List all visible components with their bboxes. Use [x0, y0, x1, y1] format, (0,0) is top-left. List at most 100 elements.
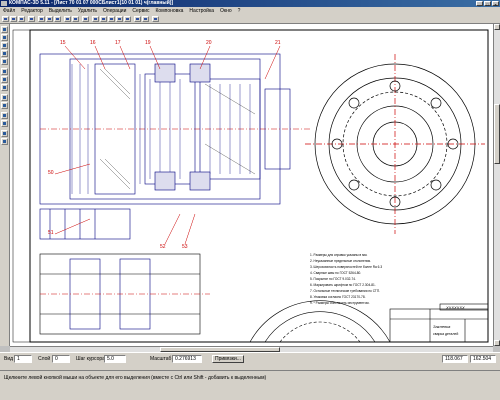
snap-button[interactable]: Привязки...: [212, 355, 244, 363]
arc-icon[interactable]: [1, 58, 8, 65]
svg-text:16: 16: [90, 40, 96, 46]
flange-view: [305, 54, 485, 234]
undo-icon[interactable]: [64, 16, 71, 22]
print-icon[interactable]: [28, 16, 35, 22]
menu-file[interactable]: Файл: [0, 7, 18, 15]
svg-text:20: 20: [206, 40, 212, 46]
window-title: КОМПАС-3D 5.11 - [Лист 70 01 07 000СБлис…: [9, 0, 174, 6]
svg-text:17: 17: [115, 40, 121, 46]
main-toolbar: [0, 15, 500, 24]
coord-x: 118.067: [442, 355, 468, 363]
layers-icon[interactable]: [134, 16, 141, 22]
svg-text:6. Маркировать шрифтом по ГОСТ: 6. Маркировать шрифтом по ГОСТ 2.304-81.: [310, 283, 376, 287]
lower-view: [39, 253, 210, 335]
menu-bar: Файл Редактор Выделить Удалить Операции …: [0, 7, 500, 15]
new-icon[interactable]: [2, 16, 9, 22]
scroll-down-button[interactable]: [494, 340, 500, 346]
title-block-sub: сварка деталей: [433, 332, 458, 336]
view-field[interactable]: 1: [14, 355, 32, 363]
copy-icon[interactable]: [46, 16, 53, 22]
view-label: Вид: [4, 356, 14, 362]
menu-operations[interactable]: Операции: [100, 7, 129, 15]
measure-icon[interactable]: [1, 102, 8, 109]
circle-icon[interactable]: [1, 50, 8, 57]
svg-text:1. Размеры для справок указаны: 1. Размеры для справок указаны в мм.: [310, 253, 368, 257]
svg-text:51: 51: [48, 230, 54, 236]
hatch-icon[interactable]: [1, 84, 8, 91]
vertical-scrollbar[interactable]: [493, 24, 500, 346]
scroll-up-button[interactable]: [494, 24, 500, 30]
drawing-canvas[interactable]: 15 16 17 19 20 21 50 51 52 53 1. Размеры…: [10, 24, 493, 346]
point-icon[interactable]: [1, 34, 8, 41]
svg-text:9. * Размеры обеспечить инстру: 9. * Размеры обеспечить инструментом.: [310, 301, 370, 305]
menu-select[interactable]: Выделить: [46, 7, 75, 15]
help-icon[interactable]: [152, 16, 159, 22]
svg-text:19: 19: [145, 40, 151, 46]
layer-label: Слой: [38, 356, 51, 362]
scale-label: Масштаб: [150, 356, 172, 362]
svg-text:3. Шероховатость поверхностей: 3. Шероховатость поверхностей не более R…: [310, 265, 382, 269]
maximize-button[interactable]: □: [484, 1, 491, 7]
cut-icon[interactable]: [38, 16, 45, 22]
text-icon[interactable]: [1, 76, 8, 83]
coord-y: 162.504: [470, 355, 496, 363]
scroll-thumb[interactable]: [494, 104, 500, 164]
scale-field[interactable]: 0.276913: [172, 355, 202, 363]
status-bar: Щелкните левой кнопкой мыши на объекте д…: [0, 370, 500, 400]
dimension-icon[interactable]: [1, 68, 8, 75]
close-button[interactable]: ×: [492, 1, 499, 7]
svg-text:53: 53: [182, 244, 188, 250]
technical-notes: 1. Размеры для справок указаны в мм. 2. …: [310, 253, 382, 305]
menu-service[interactable]: Сервис: [129, 7, 152, 15]
menu-settings[interactable]: Настройка: [186, 7, 217, 15]
title-block: [389, 303, 489, 343]
layer-field[interactable]: 0: [52, 355, 70, 363]
svg-text:21: 21: [275, 40, 281, 46]
save-icon[interactable]: [18, 16, 25, 22]
lower-arc-view: [249, 300, 391, 343]
menu-editor[interactable]: Редактор: [18, 7, 46, 15]
cursor-step-label: Шаг курсора: [76, 356, 105, 362]
app-icon[interactable]: [1, 1, 7, 6]
zoom-all-icon[interactable]: [116, 16, 123, 22]
left-toolbar: [0, 24, 10, 346]
menu-window[interactable]: Окно: [217, 7, 235, 15]
menu-help[interactable]: ?: [235, 7, 244, 15]
properties-icon[interactable]: [142, 16, 149, 22]
title-block-name: Заклепка: [433, 324, 451, 329]
line-icon[interactable]: [1, 42, 8, 49]
sheet-frame: [29, 29, 489, 343]
library-icon[interactable]: [1, 112, 8, 119]
spec-icon[interactable]: [1, 120, 8, 127]
zoom-in-icon[interactable]: [92, 16, 99, 22]
fragment-icon[interactable]: [1, 138, 8, 145]
svg-text:52: 52: [160, 244, 166, 250]
svg-text:8. Упаковка согласно ГОСТ 2317: 8. Упаковка согласно ГОСТ 23170-78.: [310, 295, 366, 299]
menu-delete[interactable]: Удалить: [75, 7, 100, 15]
doc-number: ХХХХХХХ: [445, 305, 465, 310]
select-icon[interactable]: [1, 26, 8, 33]
menu-layout[interactable]: Компоновка: [153, 7, 187, 15]
main-section-view: [39, 53, 310, 240]
view-icon[interactable]: [1, 130, 8, 137]
open-icon[interactable]: [10, 16, 17, 22]
minimize-button[interactable]: _: [476, 1, 483, 7]
paste-icon[interactable]: [54, 16, 61, 22]
svg-text:4. Сварные швы по ГОСТ 5264-80: 4. Сварные швы по ГОСТ 5264-80.: [310, 271, 361, 275]
title-bar: КОМПАС-3D 5.11 - [Лист 70 01 07 000СБлис…: [0, 0, 500, 7]
refresh-icon[interactable]: [82, 16, 89, 22]
left-margin-frame: [12, 29, 31, 343]
svg-text:15: 15: [60, 40, 66, 46]
svg-text:7. Остальные технические требо: 7. Остальные технические требования по С…: [310, 289, 380, 293]
svg-text:50: 50: [48, 170, 54, 176]
cursor-step-field[interactable]: 5.0: [104, 355, 126, 363]
edit-icon[interactable]: [1, 94, 8, 101]
parameters-bar: Вид 1 Слой 0 Шаг курсора 5.0 Масштаб 0.2…: [0, 352, 500, 370]
status-text: Щелкните левой кнопкой мыши на объекте д…: [4, 375, 267, 381]
pan-icon[interactable]: [124, 16, 131, 22]
zoom-out-icon[interactable]: [100, 16, 107, 22]
zoom-window-icon[interactable]: [108, 16, 115, 22]
svg-text:2. Неуказанные предельные откл: 2. Неуказанные предельные отклонения.: [310, 259, 371, 263]
redo-icon[interactable]: [72, 16, 79, 22]
svg-text:5. Покрытие по ГОСТ 9.032-74.: 5. Покрытие по ГОСТ 9.032-74.: [310, 277, 356, 281]
